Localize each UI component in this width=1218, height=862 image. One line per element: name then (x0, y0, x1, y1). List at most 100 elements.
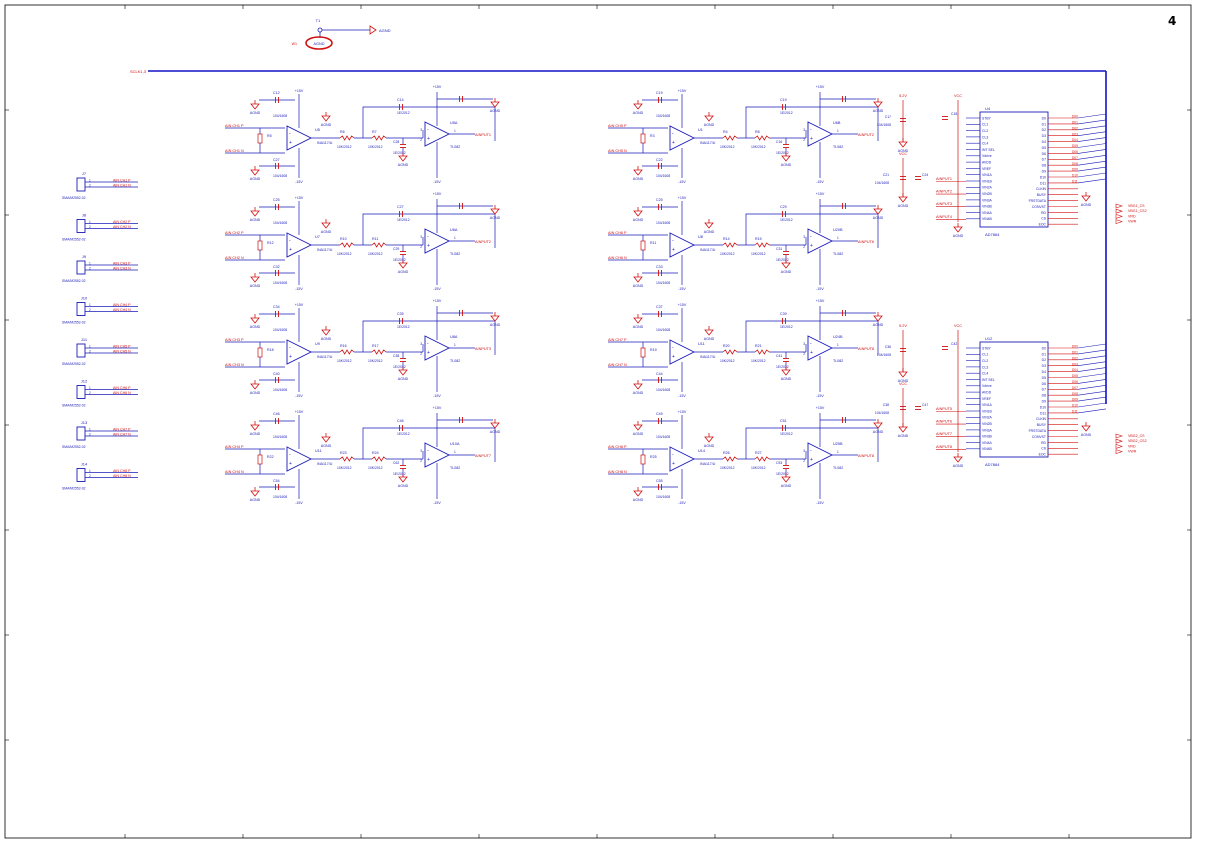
bus-entry (1077, 349, 1107, 355)
adc-pin-name: VIN2A (982, 416, 993, 420)
rail-label: 5.2V (899, 94, 907, 98)
ground-symbol (398, 155, 408, 162)
capacitor-value: 1E/2012 (780, 111, 793, 115)
data-net: D06 (1072, 150, 1078, 154)
capacitor-value: 104/1608 (656, 114, 670, 118)
rail-label: -15V (433, 394, 441, 398)
resistor-value: 10K/2012 (720, 252, 735, 256)
pin-plus: + (672, 140, 675, 146)
capacitor-value: 1E/2012 (780, 218, 793, 222)
test-point (317, 27, 323, 33)
ground-symbol (633, 169, 643, 176)
resistor-value: 10K/2012 (751, 252, 766, 256)
ground-symbol (898, 371, 908, 378)
adc-pin-name: Vdrive (982, 384, 992, 388)
rail-label: VCC (954, 94, 962, 98)
capacitor-value: 104/1608 (656, 495, 670, 499)
ina-ref: U14 (698, 449, 705, 453)
pin-plus: + (672, 247, 675, 253)
connector-ref: J8 (82, 213, 87, 218)
rail-label: VCC (899, 152, 907, 156)
rail-label: +15V (433, 85, 442, 89)
capacitor-ref: C29 (393, 247, 399, 251)
opamp-body (286, 232, 313, 258)
adc-pin-name: INT SEL (982, 148, 995, 152)
ground-label: AGND (250, 391, 261, 395)
ground-label: AGND (490, 216, 501, 220)
opamp-ref: U6A (450, 228, 458, 232)
connector-body (76, 426, 86, 441)
capacitor-ref: C42 (951, 342, 957, 346)
pin-number: 2 (89, 391, 91, 395)
pin-plus: + (810, 457, 813, 463)
bus-entry (1077, 166, 1107, 172)
test-point-label: T1 (316, 18, 321, 23)
pin-number: 3 (803, 342, 805, 346)
opamp-body (669, 339, 696, 365)
data-net: D08 (1072, 162, 1078, 166)
ground-label: AGND (250, 284, 261, 288)
input-net: AIN CH1 P (225, 124, 244, 128)
pin-number: 2 (89, 266, 91, 270)
resistor-value: 10K/2012 (368, 252, 383, 256)
resistor (339, 349, 355, 355)
ina-part: INA117/U (317, 248, 333, 252)
data-net: D06 (1072, 380, 1078, 384)
ina-ref: U8 (698, 235, 703, 239)
pin-plus: + (427, 136, 430, 142)
pin-number: 1 (454, 343, 456, 347)
pin-plus: + (810, 136, 813, 142)
connector-net: AIN CH1 N (113, 183, 131, 187)
sheet-frame (4, 4, 1192, 839)
adc-part: AD7864 (985, 462, 1000, 467)
adc-pin-name: FRSTDATA (1029, 429, 1047, 433)
capacitor-value: 1E/2012 (776, 365, 789, 369)
adc-pin-name: VIN4B (982, 447, 993, 451)
capacitor-ref: C21 (883, 173, 889, 177)
output-net: AINPUT8 (858, 454, 874, 458)
ground-symbol (250, 103, 260, 110)
ina-part: INA117/U (317, 355, 333, 359)
bus-entry (1077, 119, 1107, 125)
connector-body (76, 302, 86, 316)
rail-label: +15V (433, 192, 442, 196)
ground-symbol (321, 222, 331, 229)
adc-pin-name: VIN4A (982, 441, 993, 445)
ground-label: AGND (873, 323, 884, 327)
connector-net: AIN CH8 P (113, 469, 131, 473)
capacitor-ref: C36 (885, 345, 891, 349)
capacitor-value: 104/1608 (877, 123, 891, 127)
adc-pin-name: D4 (1042, 140, 1046, 144)
ground-label: AGND (250, 498, 261, 502)
ina-part: INA117/U (700, 462, 716, 466)
pin-number: 1 (837, 236, 839, 240)
connector-net: AIN CH2 P (113, 220, 131, 224)
bus-entry (1077, 373, 1107, 378)
adc-pin-name: D2 (1042, 128, 1046, 132)
opamp-part: TL082 (833, 359, 843, 363)
port-arrow (369, 25, 377, 35)
port-arrow (1115, 433, 1123, 439)
ground-symbol (953, 226, 963, 233)
pin-number: 3 (420, 449, 422, 453)
resistor-value: 10K/2012 (720, 145, 735, 149)
pin-minus: - (289, 131, 291, 137)
opamp-part: TL082 (833, 145, 843, 149)
ina-part: INA117/U (317, 462, 333, 466)
adc-part: AD7864 (985, 232, 1000, 237)
data-net: D08 (1072, 392, 1078, 396)
ground-symbol (398, 262, 408, 269)
capacitor-ref: C14 (397, 98, 404, 102)
bus-entry (1077, 137, 1107, 142)
data-net: D02 (1072, 356, 1078, 360)
output-net: AINPUT2 (475, 240, 491, 244)
bus-entry (1077, 385, 1107, 390)
connector-ref: J11 (81, 337, 88, 342)
capacitor-value: 104/1608 (273, 388, 287, 392)
opamp-ref: U20B (833, 228, 843, 232)
connector-net: AIN CH5 P (113, 344, 131, 348)
adc-pin-name: D7 (1042, 158, 1046, 162)
input-net: AIN CH1 N (225, 149, 244, 153)
adc-output-net: VBG2_CS (1128, 434, 1145, 438)
adc-pin-name: D7 (1042, 388, 1046, 392)
